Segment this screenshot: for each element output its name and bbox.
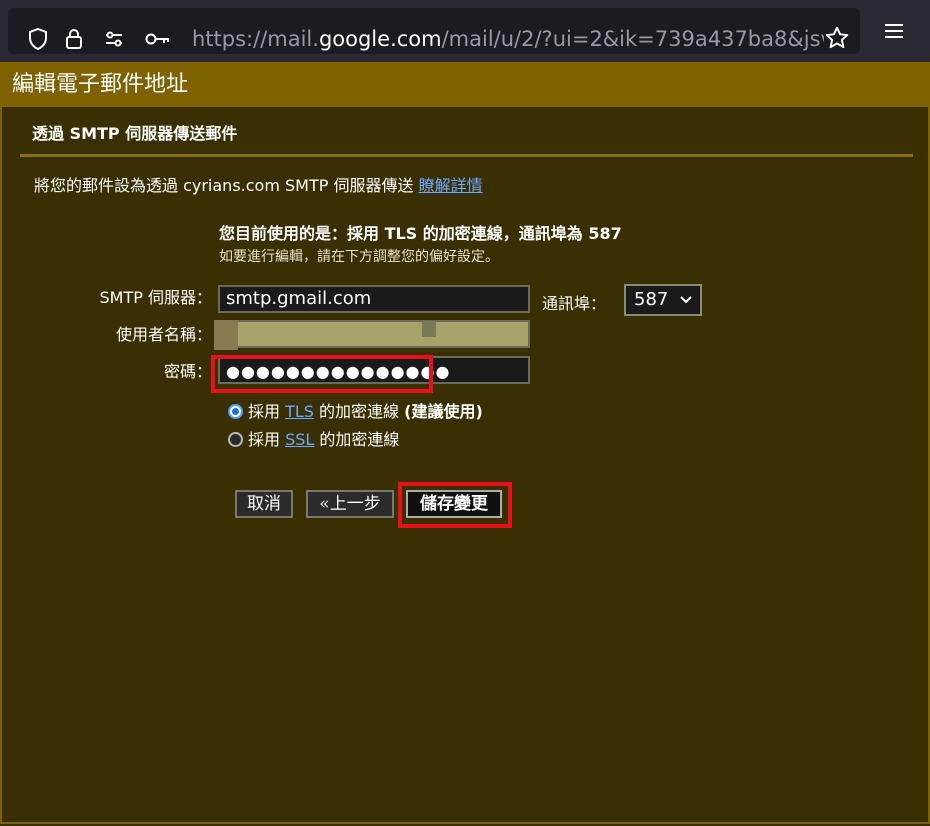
shield-icon[interactable] xyxy=(26,27,50,51)
password-highlight-box xyxy=(211,355,433,393)
save-highlight-box xyxy=(398,482,512,528)
permissions-icon[interactable] xyxy=(102,27,126,51)
section-title: 透過 SMTP 伺服器傳送郵件 xyxy=(32,124,238,143)
divider xyxy=(20,154,913,157)
redaction-block xyxy=(422,321,436,337)
learn-more-link[interactable]: 瞭解詳情 xyxy=(419,176,483,195)
key-icon[interactable] xyxy=(144,27,172,51)
description: 將您的郵件設為透過 cyrians.com SMTP 伺服器傳送 瞭解詳情 xyxy=(34,172,483,196)
ssl-option[interactable]: 採用 SSL 的加密連線 xyxy=(228,426,399,450)
url-text[interactable]: https://mail.google.com/mail/u/2/?ui=2&i… xyxy=(192,25,824,53)
address-bar[interactable]: https://mail.google.com/mail/u/2/?ui=2&i… xyxy=(8,8,860,54)
recommended-text: (建議使用) xyxy=(404,402,483,421)
dialog-titlebar: 編輯電子郵件地址 xyxy=(2,62,928,107)
edit-email-dialog: 編輯電子郵件地址 透過 SMTP 伺服器傳送郵件 將您的郵件設為透過 cyria… xyxy=(0,62,930,824)
redaction-block xyxy=(214,320,238,350)
tls-option[interactable]: 採用 TLS 的加密連線 (建議使用) xyxy=(228,398,483,422)
chevron-down-icon xyxy=(680,296,692,304)
description-text: 將您的郵件設為透過 cyrians.com SMTP 伺服器傳送 xyxy=(34,176,419,195)
lock-icon[interactable] xyxy=(62,27,86,51)
status-hint: 如要進行編輯，請在下方調整您的偏好設定。 xyxy=(219,249,499,265)
username-label: 使用者名稱： xyxy=(115,325,212,344)
browser-toolbar: https://mail.google.com/mail/u/2/?ui=2&i… xyxy=(0,0,930,62)
port-label: 通訊埠： xyxy=(542,294,607,313)
ssl-radio[interactable] xyxy=(228,432,243,447)
tls-radio[interactable] xyxy=(228,404,243,419)
username-input[interactable] xyxy=(218,320,530,348)
hamburger-menu-icon[interactable] xyxy=(880,17,908,45)
tls-link[interactable]: TLS xyxy=(285,402,314,421)
port-value: 587 xyxy=(634,289,669,310)
cancel-button[interactable]: 取消 xyxy=(235,490,293,518)
smtp-server-input[interactable] xyxy=(218,285,530,313)
port-select[interactable]: 587 xyxy=(624,284,702,316)
ssl-link[interactable]: SSL xyxy=(285,430,314,449)
smtp-server-label: SMTP 伺服器： xyxy=(99,288,212,307)
back-button[interactable]: «上一步 xyxy=(306,490,394,518)
password-label: 密碼： xyxy=(163,362,212,381)
bookmark-star-icon[interactable] xyxy=(824,25,850,51)
dialog-title: 編輯電子郵件地址 xyxy=(12,72,189,97)
current-status: 您目前使用的是：採用 TLS 的加密連線，通訊埠為 587 xyxy=(219,224,622,243)
